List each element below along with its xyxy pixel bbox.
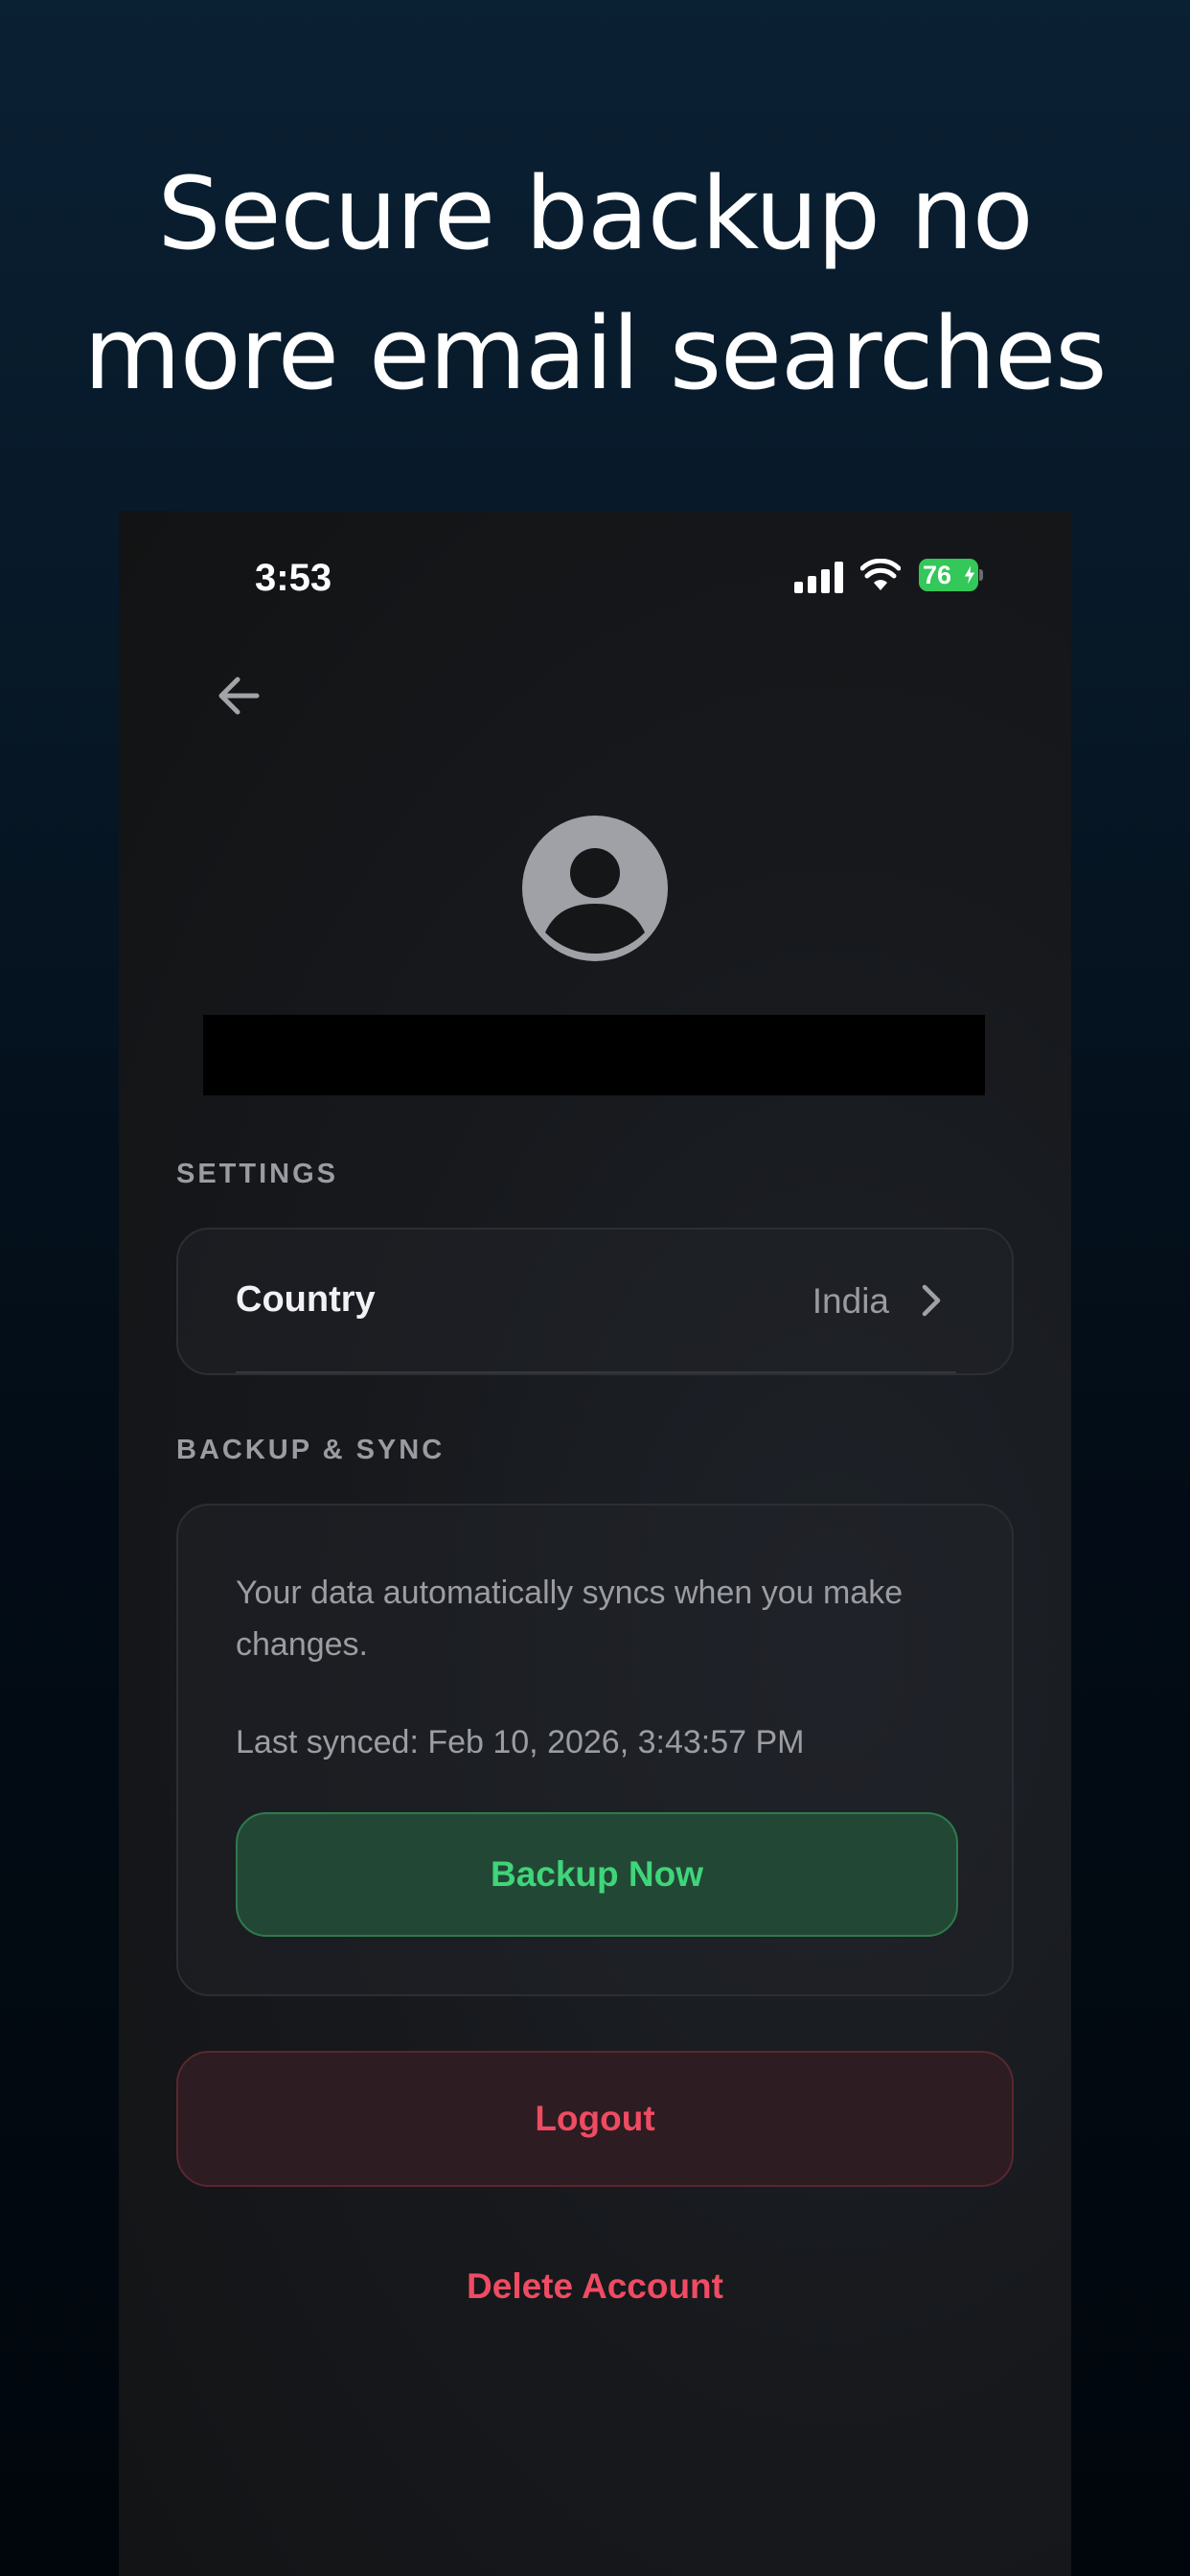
wifi-icon [860,559,901,590]
chevron-right-icon [922,1284,941,1317]
promo-headline: Secure backup no more email searches [0,144,1190,424]
person-circle-icon [522,816,668,961]
settings-section-label: SETTINGS [176,1159,339,1189]
cellular-signal-icon [794,561,844,593]
row-divider [236,1371,956,1373]
battery-charging-icon: 76 [919,559,984,591]
status-time: 3:53 [255,557,332,599]
last-synced-text: Last synced: Feb 10, 2026, 3:43:57 PM [236,1724,805,1760]
back-button[interactable] [209,666,268,725]
logout-button[interactable]: Logout [176,2051,1014,2187]
arrow-left-icon [218,677,260,715]
headline-line-1: Secure backup no [157,155,1033,272]
delete-account-button[interactable]: Delete Account [119,2266,1071,2307]
bolt-icon [963,564,976,586]
country-label: Country [236,1279,376,1320]
phone-screen: 3:53 76 SETTINGS Country India BACKUP & … [119,511,1071,2576]
backup-sync-card: Your data automatically syncs when you m… [176,1504,1014,1996]
backup-sync-section-label: BACKUP & SYNC [176,1435,446,1465]
headline-line-2: more email searches [83,295,1108,412]
redacted-user-name [203,1015,985,1095]
country-value: India [812,1281,889,1321]
backup-now-button[interactable]: Backup Now [236,1812,958,1937]
sync-description: Your data automatically syncs when you m… [236,1575,904,1663]
country-row[interactable]: Country India [176,1228,1014,1375]
